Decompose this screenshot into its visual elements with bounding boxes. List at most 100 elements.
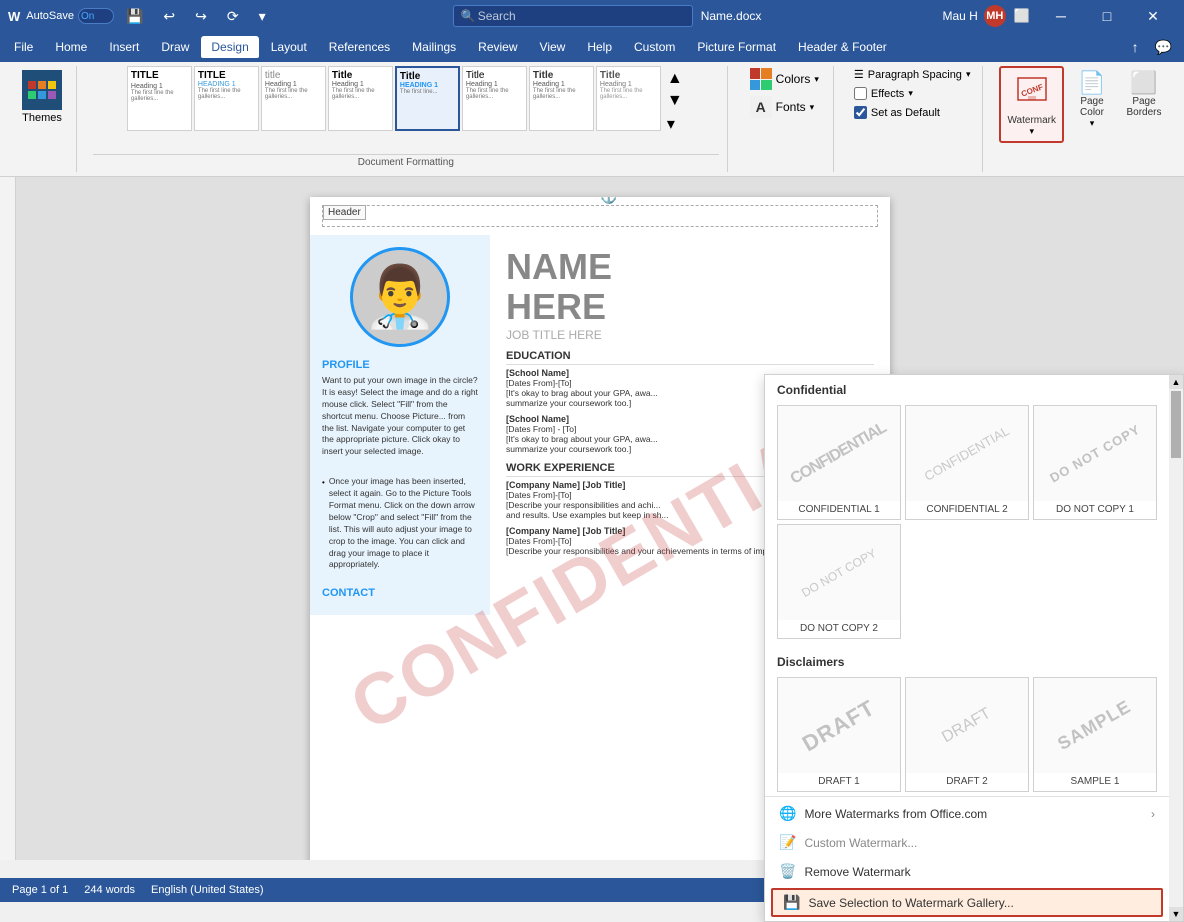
effects-arrow: ▾ [908,88,913,99]
menu-picture-format[interactable]: Picture Format [687,36,786,58]
wm-confidential-2-preview: CONFIDENTIAL [906,406,1028,501]
menu-design[interactable]: Design [201,36,258,58]
wm-draft-2-preview: DRAFT [906,678,1028,773]
menu-header-footer[interactable]: Header & Footer [788,36,897,58]
save-selection-icon: 💾 [783,894,800,911]
style-thumb-2[interactable]: TITLE HEADING 1 The first line the galle… [194,66,259,131]
page-items: CONF Watermark ▾ 📄 PageColor ▾ [999,66,1168,168]
ribbon-group-styles: TITLE Heading 1 The first line the galle… [85,66,728,172]
themes-btn[interactable]: Themes [16,66,68,128]
wm-confidential-2[interactable]: CONFIDENTIAL CONFIDENTIAL 2 [905,405,1029,520]
profile-section: PROFILE Want to put your own image in th… [322,359,478,571]
undo-icon[interactable]: ↩ [157,6,181,27]
wm-conf1-text: CONFIDENTIAL [788,419,890,488]
autosave-toggle-btn[interactable]: On [78,8,114,24]
confidential-grid: CONFIDENTIAL CONFIDENTIAL 1 CONFIDENTIAL… [765,401,1169,643]
page-color-btn[interactable]: 📄 PageColor ▾ [1068,66,1116,133]
colors-label: Colors [776,72,811,86]
scroll-down-btn[interactable]: ▼ [665,90,685,112]
word-count: 244 words [84,884,135,896]
ribbon-toggle-icon[interactable]: ⬜ [1014,8,1030,24]
style-thumb-4[interactable]: Title Heading 1 The first line the galle… [328,66,393,131]
page-borders-label: PageBorders [1126,96,1161,118]
style-thumb-3[interactable]: title Heading 1 The first line the galle… [261,66,326,131]
minimize-btn[interactable]: ─ [1038,0,1084,32]
custom-watermark-item[interactable]: 📝 Custom Watermark... [765,828,1169,857]
user-info: Mau H MH [942,5,1005,27]
menu-home[interactable]: Home [45,36,97,58]
style-thumb-8[interactable]: Title Heading 1 The first line the galle… [596,66,661,131]
custom-watermark-icon: 📝 [779,834,796,851]
menu-insert[interactable]: Insert [99,36,149,58]
wm-dnc2-text: DO NOT COPY [799,545,879,599]
style-thumb-1[interactable]: TITLE Heading 1 The first line the galle… [127,66,192,131]
scroll-down-btn[interactable]: ▼ [1169,907,1183,921]
paragraph-spacing-icon: ☰ [854,68,864,81]
more-icon[interactable]: ▾ [253,6,272,27]
comments-btn[interactable]: 💬 [1147,35,1180,60]
bullet-icon: • [322,478,325,487]
fonts-btn[interactable]: A Fonts ▾ [744,94,825,120]
header-label: Header [323,205,366,220]
page-btns: 📄 PageColor ▾ ⬜ PageBorders [1068,66,1168,133]
save-selection-label: Save Selection to Watermark Gallery... [808,896,1013,910]
page-borders-btn[interactable]: ⬜ PageBorders [1120,66,1168,133]
set-default-checkbox[interactable] [854,106,867,119]
remove-watermark-item[interactable]: 🗑️ Remove Watermark [765,857,1169,886]
wm-donotcopy-2-preview: DO NOT COPY [778,525,900,620]
menu-help[interactable]: Help [577,36,622,58]
scroll-more-btn[interactable]: ▾ [665,112,685,136]
menu-custom[interactable]: Custom [624,36,685,58]
user-avatar: MH [984,5,1006,27]
save-icon[interactable]: 💾 [120,6,149,27]
menu-layout[interactable]: Layout [261,36,317,58]
search-input[interactable] [453,5,693,27]
watermark-dropdown: ▲ ▼ Confidential CONFIDENTIAL CONFIDENTI… [764,374,1184,922]
style-thumb-6[interactable]: Title Heading 1 The first line the galle… [462,66,527,131]
ribbon-group-colors-fonts: Colors ▾ A Fonts ▾ [736,66,834,172]
scroll-up-btn[interactable]: ▲ [1169,375,1183,389]
autosave-toggle: AutoSave On [26,8,114,24]
scroll-up-btn[interactable]: ▲ [665,68,685,90]
menu-mailings[interactable]: Mailings [402,36,466,58]
wm-draft2-label: DRAFT 2 [906,776,1028,787]
set-default-label: Set as Default [871,107,940,119]
share-btn[interactable]: ↑ [1124,35,1147,60]
save-selection-item[interactable]: 💾 Save Selection to Watermark Gallery... [771,888,1163,917]
effects-item[interactable]: Effects ▾ [850,85,975,102]
wm-draft-1[interactable]: DRAFT DRAFT 1 [777,677,901,792]
menu-review[interactable]: Review [468,36,527,58]
page-color-icon: 📄 [1078,70,1105,96]
menu-file[interactable]: File [4,36,43,58]
filename: Name.docx [701,9,762,23]
anchor-icon: ⚓ [600,197,617,205]
style-thumb-7[interactable]: Title Heading 1 The first line the galle… [529,66,594,131]
wm-donotcopy-2[interactable]: DO NOT COPY DO NOT COPY 2 [777,524,901,639]
colors-btn[interactable]: Colors ▾ [744,66,825,92]
paragraph-spacing-item[interactable]: ☰ Paragraph Spacing ▾ [850,66,975,83]
title-bar: W AutoSave On 💾 ↩ ↪ ⟳ ▾ 🔍 Name.docx [0,0,1184,32]
watermark-btn[interactable]: CONF Watermark ▾ [999,66,1064,143]
menu-references[interactable]: References [319,36,400,58]
more-watermarks-item[interactable]: 🌐 More Watermarks from Office.com › [765,799,1169,828]
username: Mau H [942,9,977,23]
redo-icon[interactable]: ↪ [189,6,213,27]
effects-checkbox[interactable] [854,87,867,100]
wm-confidential-1[interactable]: CONFIDENTIAL CONFIDENTIAL 1 [777,405,901,520]
profile-text-2: Once your image has been inserted, selec… [329,476,478,571]
wm-sample1-label: SAMPLE 1 [1034,776,1156,787]
repeat-icon[interactable]: ⟳ [221,6,245,27]
wm-donotcopy-1[interactable]: DO NOT COPY DO NOT COPY 1 [1033,405,1157,520]
name-section: NAME HERE JOB TITLE HERE [506,247,874,342]
dropdown-content: Confidential CONFIDENTIAL CONFIDENTIAL 1… [765,375,1169,921]
style-thumb-5[interactable]: Title HEADING 1 The first line... [395,66,460,131]
wm-sample-1[interactable]: SAMPLE SAMPLE 1 [1033,677,1157,792]
menu-view[interactable]: View [530,36,576,58]
wm-conf2-label: CONFIDENTIAL 2 [906,504,1028,515]
contact-title: CONTACT [322,587,478,599]
close-btn[interactable]: ✕ [1130,0,1176,32]
wm-draft-2[interactable]: DRAFT DRAFT 2 [905,677,1029,792]
menu-draw[interactable]: Draw [151,36,199,58]
maximize-btn[interactable]: □ [1084,0,1130,32]
set-default-item[interactable]: Set as Default [850,104,975,121]
